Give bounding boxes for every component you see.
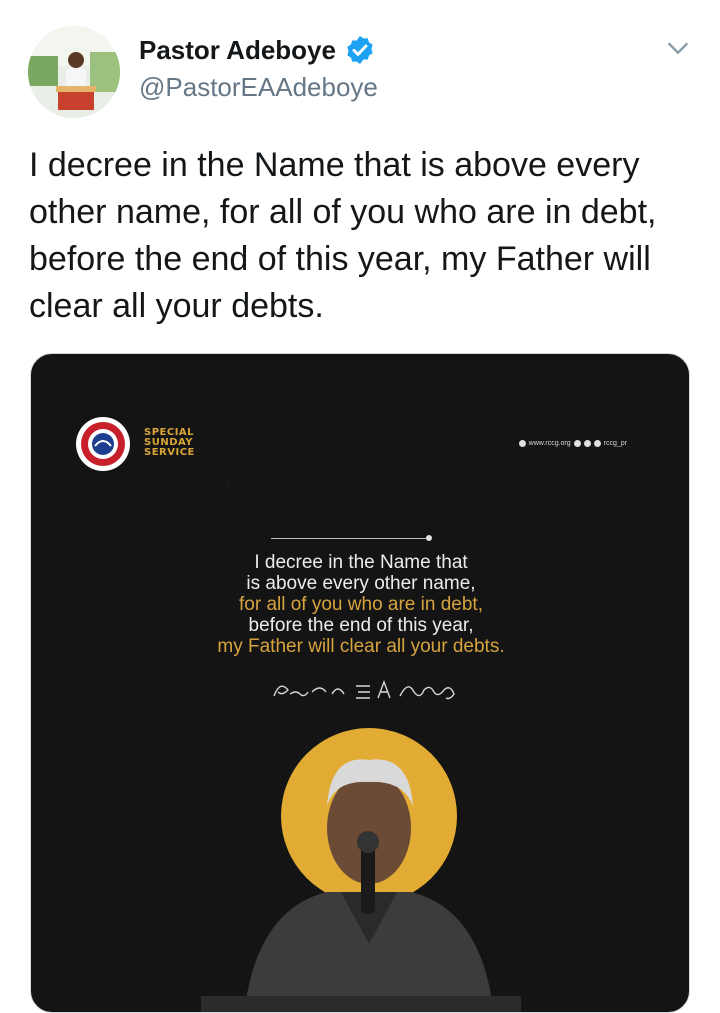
quote-text: I decree in the Name that is above every…	[31, 552, 689, 657]
verified-badge-icon	[347, 36, 373, 64]
quote-line: before the end of this year,	[248, 615, 474, 636]
chevron-down-icon[interactable]	[664, 34, 692, 62]
service-line: SERVICE	[144, 447, 195, 458]
signature-image	[273, 680, 455, 700]
display-name[interactable]: Pastor Adeboye	[139, 35, 336, 66]
tweet-text: I decree in the Name that is above every…	[29, 146, 657, 325]
portrait-illustration	[201, 728, 521, 1012]
avatar-image	[28, 26, 120, 118]
quote-line: my Father will clear all your debts.	[217, 636, 505, 657]
facebook-icon	[573, 440, 581, 447]
user-handle[interactable]: @PastorEAAdeboye	[139, 72, 378, 103]
twitter-icon	[583, 440, 591, 447]
user-name-row[interactable]: Pastor Adeboye	[139, 34, 376, 66]
avatar[interactable]	[28, 26, 120, 118]
tweet-media-image[interactable]: SPECIAL SUNDAY SERVICE www.rccg.org rccg…	[30, 353, 690, 1013]
service-title: SPECIAL SUNDAY SERVICE	[144, 428, 195, 458]
globe-icon	[518, 440, 526, 447]
social-handle-text: rccg_pr	[603, 440, 627, 447]
rccg-logo-icon	[76, 417, 130, 471]
instagram-icon	[593, 440, 601, 447]
quote-line: for all of you who are in debt,	[239, 594, 483, 615]
social-links: www.rccg.org rccg_pr	[518, 440, 627, 447]
website-text: www.rccg.org	[528, 440, 571, 447]
divider-dot	[426, 535, 432, 541]
quote-line: is above every other name,	[246, 573, 476, 594]
divider-line	[271, 538, 429, 539]
quote-line: I decree in the Name that	[254, 552, 468, 573]
